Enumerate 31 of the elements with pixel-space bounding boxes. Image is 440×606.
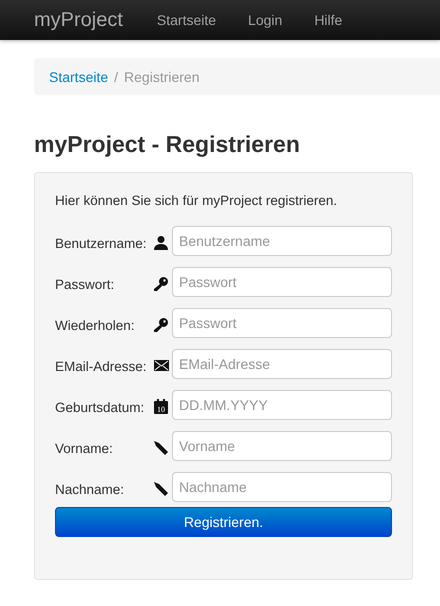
text-input[interactable]: Passwort [172,266,392,296]
brand-link[interactable]: myProject [34,8,123,32]
field-label: Vorname: [55,440,114,456]
breadcrumb-separator: / [113,68,120,84]
text-input[interactable]: EMail-Adresse [172,348,392,378]
register-button[interactable]: Registrieren. [55,507,392,537]
field-label: Nachname: [55,481,126,497]
text-input[interactable]: Nachname [172,472,392,502]
field-label: EMail-Adresse: [55,358,148,374]
intro-text: Hier können Sie sich für myProject registrieren. [55,193,338,208]
text-input[interactable]: DD.MM.YYYY [172,390,392,420]
nav-link[interactable]: Login [248,12,282,28]
field-label: Geburtsdatum: [55,399,146,415]
pencil-icon [154,440,168,454]
field-label: Wiederholen: [55,317,136,333]
field-label: Benutzername: [55,235,148,251]
pencil-icon [154,482,168,496]
user-icon [154,236,168,250]
nav-link[interactable]: Startseite [156,12,216,28]
calendar-icon: 10 [154,399,168,414]
key-icon [154,318,168,332]
field-label: Passwort: [55,276,116,292]
key-icon [154,276,168,290]
breadcrumb-current: Registrieren [124,68,200,84]
breadcrumb-link[interactable]: Startseite [49,68,108,84]
text-input[interactable]: Vorname [172,430,392,460]
nav-link[interactable]: Hilfe [314,12,342,28]
envelope-icon [154,360,168,371]
text-input[interactable]: Passwort [172,308,392,338]
page-heading: myProject - Registrieren [34,131,301,157]
text-input[interactable]: Benutzername [172,226,392,256]
